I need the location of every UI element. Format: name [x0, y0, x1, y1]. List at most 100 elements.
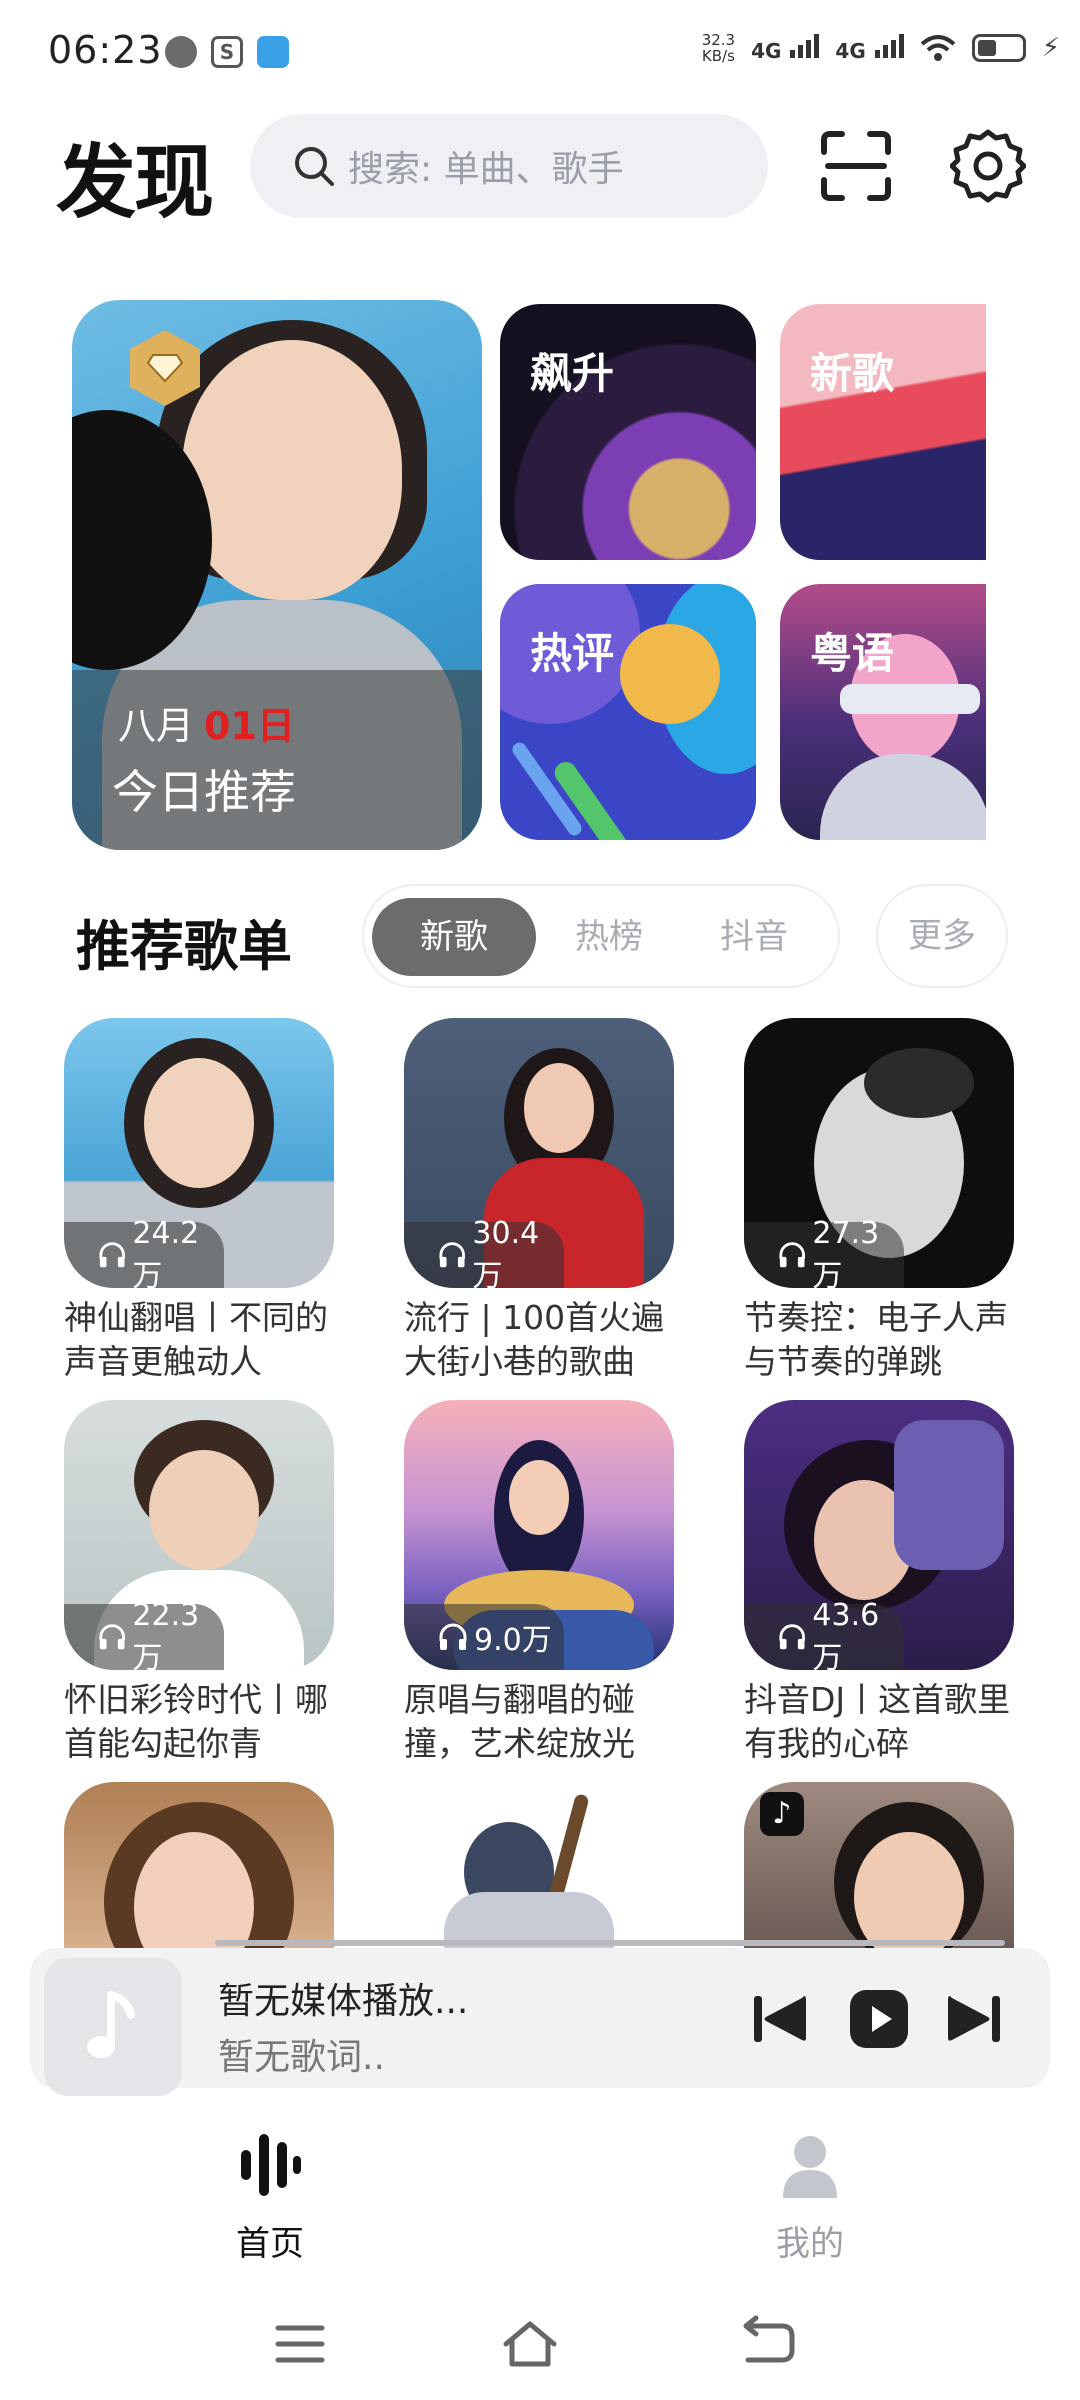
page-title: 发现	[56, 136, 214, 229]
play-count-value: 43.6万	[812, 1597, 880, 1671]
wechat-icon	[165, 36, 197, 68]
user-profile-icon	[783, 2136, 837, 2198]
playlist-card[interactable]: 24.2万 神仙翻唱丨不同的声音更触动人	[64, 1018, 334, 1384]
playlist-section-header: 推荐歌单 新歌 热榜 抖音 更多	[0, 880, 1080, 990]
nav-home[interactable]: 首页	[170, 2130, 370, 2265]
signal-1: 4G	[751, 33, 820, 63]
menu-icon[interactable]	[270, 2314, 330, 2374]
playlist-cover	[404, 1782, 674, 1952]
playlist-card[interactable]: 22.3万 怀旧彩铃时代丨哪首能勾起你青	[64, 1400, 334, 1766]
now-playing-lyric: 暂无歌词..	[218, 2037, 385, 2078]
play-count: 9.0万	[404, 1604, 564, 1670]
next-track-icon[interactable]	[944, 1988, 1006, 2050]
playlist-card[interactable]: 30.4万 流行 | 100首火遍大街小巷的歌曲	[404, 1018, 674, 1384]
tab-douyin[interactable]: 抖音	[684, 898, 824, 976]
playlist-card[interactable]: ♪	[744, 1782, 1014, 1952]
system-navigation-bar	[0, 2290, 1080, 2400]
headphones-icon	[779, 1624, 805, 1650]
network-speed: 32.3 KB/s	[702, 32, 735, 64]
playlist-card[interactable]: 27.3万 节奏控：电子人声与节奏的弹跳	[744, 1018, 1014, 1384]
home-icon[interactable]	[500, 2314, 560, 2374]
daily-recommend-card[interactable]: 八月 01日 今日推荐	[72, 300, 482, 850]
playlist-title: 怀旧彩铃时代丨哪首能勾起你青	[64, 1680, 328, 1763]
play-count: 24.2万	[64, 1216, 224, 1288]
network-speed-unit: KB/s	[701, 47, 735, 65]
cover-art	[144, 1058, 254, 1188]
charging-icon: ⚡	[1041, 33, 1060, 63]
tile-label: 粤语	[810, 629, 895, 678]
playlist-cover: 24.2万	[64, 1018, 334, 1288]
tiktok-icon: ♪	[760, 1792, 804, 1836]
playlist-card[interactable]: 43.6万 抖音DJ丨这首歌里有我的心碎	[744, 1400, 1014, 1766]
tile-label: 新歌	[810, 349, 895, 398]
headphones-icon	[439, 1623, 467, 1650]
play-count: 22.3万	[64, 1598, 224, 1670]
playlist-tabs: 新歌 热榜 抖音	[362, 884, 840, 988]
recommend-month: 八月	[118, 704, 195, 748]
album-art-placeholder	[44, 1958, 182, 2096]
music-note-icon	[87, 1991, 135, 2058]
playlist-card[interactable]: 9.0万 原唱与翻唱的碰撞，艺术绽放光	[404, 1400, 674, 1766]
cover-art	[854, 1832, 964, 1952]
back-icon[interactable]	[738, 2314, 798, 2374]
tile-hot-comments[interactable]: 热评	[500, 584, 756, 840]
tile-rising-chart[interactable]: 飙升	[500, 304, 756, 560]
headphones-icon	[779, 1242, 805, 1268]
playback-progress-bar[interactable]	[215, 1940, 1005, 1946]
recommend-day: 01日	[204, 704, 295, 748]
playlist-title: 神仙翻唱丨不同的声音更触动人	[64, 1298, 328, 1381]
playlist-title: 抖音DJ丨这首歌里有我的心碎	[744, 1680, 1011, 1763]
previous-track-icon[interactable]	[748, 1988, 810, 2050]
nav-mine-label: 我的	[776, 2224, 844, 2264]
tile-art	[820, 754, 986, 840]
search-bar[interactable]: 搜索: 单曲、歌手	[250, 114, 768, 218]
play-icon[interactable]	[848, 1988, 910, 2050]
cover-art	[149, 1450, 259, 1570]
signal-1-label: 4G	[751, 38, 782, 63]
tile-label: 热评	[530, 629, 615, 678]
playlist-title: 节奏控：电子人声与节奏的弹跳	[744, 1298, 1008, 1381]
playlist-cover: 43.6万	[744, 1400, 1014, 1670]
battery-icon	[971, 34, 1026, 62]
discover-banner: 八月 01日 今日推荐 飙升 新歌 热评 粤语	[0, 300, 1080, 860]
sound-wave-icon	[241, 2134, 301, 2196]
nav-mine[interactable]: 我的	[710, 2130, 910, 2265]
recommend-title: 今日推荐	[112, 765, 296, 819]
headphones-icon	[439, 1242, 465, 1268]
playlist-card[interactable]	[404, 1782, 674, 1952]
nav-home-label: 首页	[236, 2224, 304, 2264]
search-placeholder: 搜索: 单曲、歌手	[348, 149, 624, 190]
playlist-cover: 9.0万	[404, 1400, 674, 1670]
cover-art-face	[182, 340, 402, 600]
tab-new[interactable]: 新歌	[372, 898, 536, 976]
play-count-value: 22.3万	[132, 1597, 200, 1671]
signal-2: 4G	[835, 33, 904, 63]
cover-art	[894, 1420, 1004, 1570]
play-count: 30.4万	[404, 1216, 564, 1288]
tile-cantonese[interactable]: 粤语	[780, 584, 986, 840]
cover-art	[864, 1048, 974, 1118]
playlist-cover: ♪	[744, 1782, 1014, 1952]
more-button[interactable]: 更多	[876, 884, 1008, 988]
playlist-card[interactable]	[64, 1782, 334, 1952]
mini-player[interactable]: 暂无媒体播放... 暂无歌词..	[30, 1940, 1050, 2096]
tab-hot[interactable]: 热榜	[544, 898, 674, 976]
tile-new-songs[interactable]: 新歌	[780, 304, 986, 560]
signal-bars-icon	[874, 33, 904, 58]
bottom-navigation: 首页 我的	[0, 2130, 1080, 2280]
search-icon	[295, 147, 334, 186]
network-speed-value: 32.3	[701, 31, 736, 49]
headphones-icon	[99, 1624, 125, 1650]
play-count-value: 27.3万	[812, 1215, 880, 1289]
headphones-icon	[99, 1242, 125, 1268]
recommend-date: 八月 01日	[118, 695, 295, 750]
cover-art	[524, 1063, 594, 1153]
playlist-cover	[64, 1782, 334, 1952]
play-count-value: 30.4万	[472, 1215, 540, 1289]
playlist-title: 原唱与翻唱的碰撞，艺术绽放光	[404, 1680, 635, 1763]
play-count: 27.3万	[744, 1216, 904, 1288]
scan-icon[interactable]	[820, 130, 892, 202]
settings-gear-icon[interactable]	[950, 128, 1026, 204]
app-notification-icon	[257, 36, 289, 68]
status-bar: 06:23 S 32.3 KB/s 4G 4G ⚡	[0, 0, 1080, 100]
